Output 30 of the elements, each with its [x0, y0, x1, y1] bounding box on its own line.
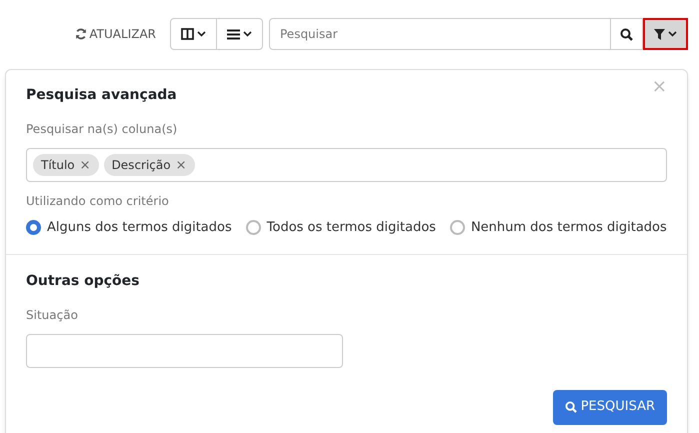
search-icon	[564, 401, 577, 413]
filter-button[interactable]	[643, 18, 688, 50]
refresh-button[interactable]: ATUALIZAR	[75, 25, 156, 43]
chevron-down-icon	[197, 31, 206, 37]
field-label: Situação	[26, 306, 79, 324]
search-field[interactable]: Pesquisar	[269, 18, 611, 50]
columns-icon	[181, 28, 194, 40]
tag-label: Título	[41, 157, 75, 174]
columns-field[interactable]: Título × Descrição ×	[26, 148, 667, 182]
field-label: Utilizando como critério	[26, 193, 170, 210]
chevron-down-icon	[668, 31, 677, 37]
status-field[interactable]	[26, 334, 343, 368]
refresh-icon	[75, 28, 88, 40]
radio-button[interactable]	[450, 220, 465, 236]
chevron-down-icon	[243, 31, 252, 37]
search-icon	[620, 28, 633, 40]
radio-label: Todos os termos digitados	[266, 219, 436, 237]
radio-label: Alguns dos termos digitados	[47, 219, 232, 237]
tag-label: Descrição	[112, 157, 171, 174]
radio-button[interactable]	[246, 220, 261, 236]
remove-tag-button[interactable]: ×	[80, 158, 91, 172]
remove-tag-button[interactable]: ×	[176, 158, 187, 172]
radio-button[interactable]	[26, 220, 41, 236]
panel-title: Pesquisa avançada	[26, 86, 177, 105]
radio-label: Nenhum dos termos digitados	[470, 219, 667, 237]
section-title: Outras opções	[26, 272, 141, 290]
field-label: Pesquisar na(s) coluna(s)	[26, 121, 178, 138]
menu-icon	[227, 28, 240, 40]
search-submit-button[interactable]: PESQUISAR	[552, 390, 667, 424]
filter-icon	[654, 28, 665, 40]
